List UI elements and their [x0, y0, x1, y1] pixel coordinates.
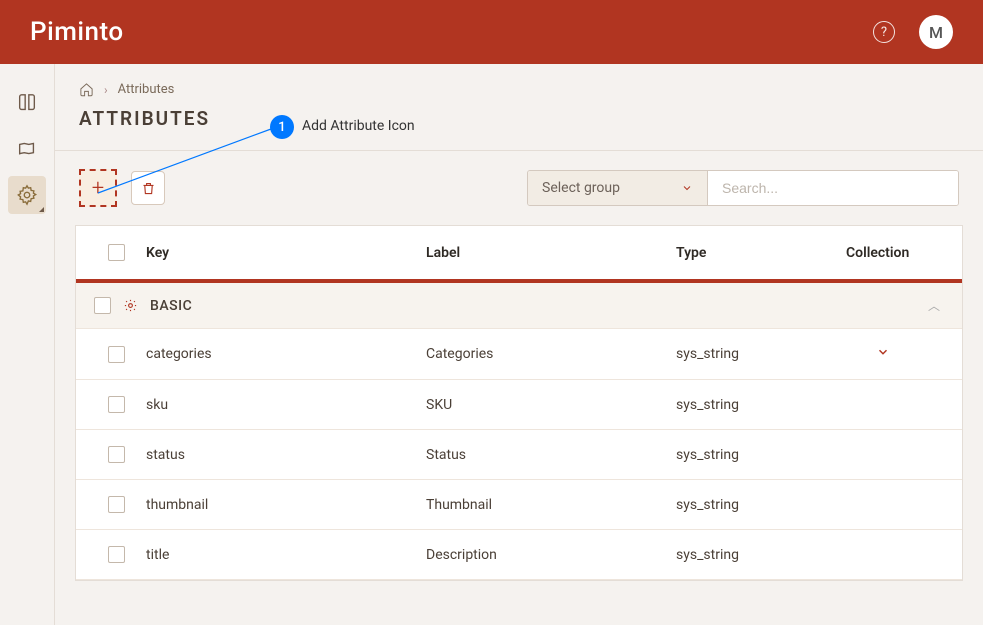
toolbar-left: + — [79, 169, 165, 207]
group-name: BASIC — [150, 298, 192, 314]
group-gear-icon[interactable] — [123, 298, 138, 313]
chevron-down-icon — [876, 345, 890, 359]
toolbar: + Select group — [55, 151, 983, 225]
cell-label: SKU — [426, 397, 676, 413]
cell-label: Description — [426, 547, 676, 563]
avatar[interactable]: M — [919, 15, 953, 49]
group-checkbox[interactable] — [94, 297, 111, 314]
group-select[interactable]: Select group — [528, 171, 708, 205]
main-content: › Attributes ATTRIBUTES + Select group — [55, 64, 983, 625]
gear-icon — [16, 184, 38, 206]
group-row-basic[interactable]: BASIC ︿ — [76, 283, 962, 329]
group-select-label: Select group — [542, 180, 620, 196]
toolbar-right: Select group — [527, 170, 959, 206]
breadcrumb-current: Attributes — [118, 82, 175, 97]
cell-collection — [846, 345, 952, 363]
sidebar-item-pages[interactable] — [8, 130, 46, 168]
row-checkbox[interactable] — [108, 396, 125, 413]
attributes-table: Key Label Type Collection BASIC ︿ catego… — [75, 225, 963, 581]
cell-type: sys_string — [676, 547, 846, 563]
cell-key: thumbnail — [146, 497, 426, 513]
sidebar-item-settings[interactable] — [8, 176, 46, 214]
cell-type: sys_string — [676, 397, 846, 413]
book-icon — [16, 92, 38, 114]
cell-key: sku — [146, 397, 426, 413]
row-checkbox[interactable] — [108, 496, 125, 513]
cell-type: sys_string — [676, 447, 846, 463]
row-checkbox[interactable] — [108, 446, 125, 463]
column-label[interactable]: Label — [426, 245, 676, 261]
cell-key: status — [146, 447, 426, 463]
page-title: ATTRIBUTES — [55, 107, 983, 150]
chevron-up-icon[interactable]: ︿ — [928, 297, 940, 314]
table-row[interactable]: thumbnailThumbnailsys_string — [76, 480, 962, 530]
table-row[interactable]: categoriesCategoriessys_string — [76, 329, 962, 380]
table-body: categoriesCategoriessys_stringskuSKUsys_… — [76, 329, 962, 580]
plus-icon: + — [92, 176, 104, 201]
annotation-label: Add Attribute Icon — [302, 118, 415, 134]
column-collection[interactable]: Collection — [846, 245, 952, 261]
table-row[interactable]: skuSKUsys_string — [76, 380, 962, 430]
pages-icon — [16, 138, 38, 160]
header-right: ? M — [873, 15, 953, 49]
table-row[interactable]: statusStatussys_string — [76, 430, 962, 480]
sidebar — [0, 64, 55, 625]
cell-label: Thumbnail — [426, 497, 676, 513]
add-attribute-button[interactable]: + — [79, 169, 117, 207]
cell-label: Status — [426, 447, 676, 463]
table-header: Key Label Type Collection — [76, 226, 962, 283]
trash-icon — [141, 181, 156, 196]
app-header: Piminto ? M — [0, 0, 983, 64]
sidebar-item-catalog[interactable] — [8, 84, 46, 122]
select-all-checkbox[interactable] — [108, 244, 125, 261]
app-logo: Piminto — [30, 17, 124, 47]
breadcrumb: › Attributes — [55, 64, 983, 107]
column-type[interactable]: Type — [676, 245, 846, 261]
home-icon[interactable] — [79, 82, 94, 97]
row-checkbox[interactable] — [108, 546, 125, 563]
search-input[interactable] — [708, 171, 958, 205]
chevron-down-icon — [681, 182, 693, 194]
cell-key: title — [146, 547, 426, 563]
table-row[interactable]: titleDescriptionsys_string — [76, 530, 962, 580]
annotation-badge: 1 — [270, 115, 294, 139]
layout: › Attributes ATTRIBUTES + Select group — [0, 64, 983, 625]
delete-button[interactable] — [131, 171, 165, 205]
cell-label: Categories — [426, 346, 676, 362]
help-icon[interactable]: ? — [873, 21, 895, 43]
row-checkbox[interactable] — [108, 346, 125, 363]
cell-type: sys_string — [676, 346, 846, 362]
cell-type: sys_string — [676, 497, 846, 513]
cell-key: categories — [146, 346, 426, 362]
breadcrumb-separator: › — [104, 83, 108, 97]
column-key[interactable]: Key — [146, 245, 426, 261]
